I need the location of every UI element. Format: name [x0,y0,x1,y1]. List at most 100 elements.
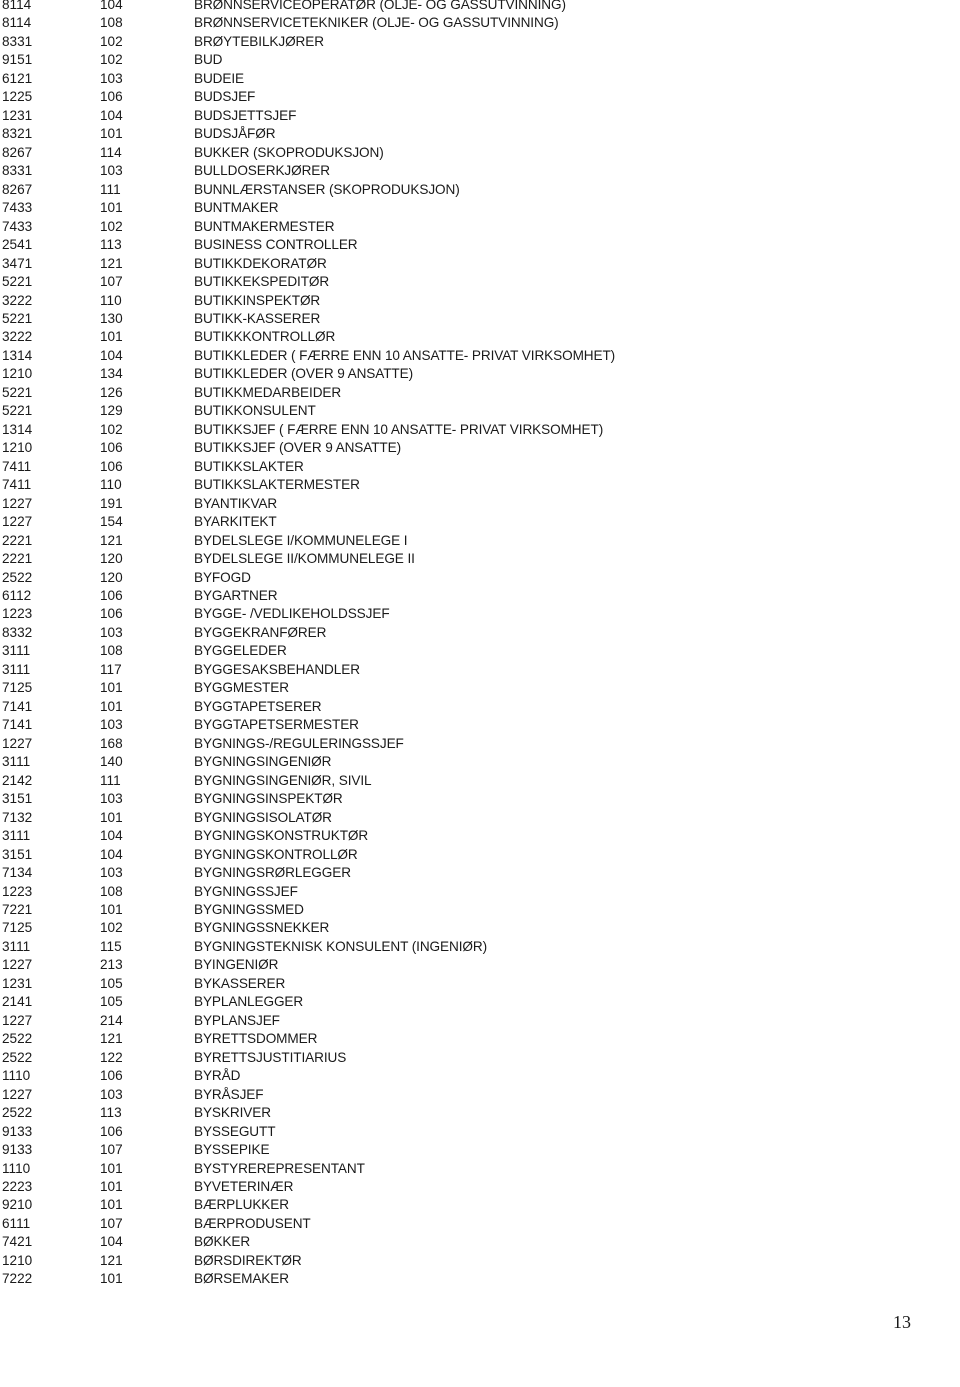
occupation-code: 1223 [2,606,33,622]
list-row: 3151 103 BYGNINGSINSPEKTØR [0,790,960,808]
sub-code: 106 [100,458,123,474]
occupation-code: 1227 [2,957,33,973]
occupation-code: 1227 [2,495,33,511]
sub-code: 117 [100,661,122,677]
occupation-code: 7411 [2,477,32,493]
list-row: 2522 120 BYFOGD [0,569,960,587]
list-row: 1227 168 BYGNINGS-/REGULERINGSSJEF [0,735,960,753]
occupation-title: BUTIKKSJEF ( FÆRRE ENN 10 ANSATTE- PRIVA… [194,421,604,437]
list-row: 3111 104 BYGNINGSKONSTRUKTØR [0,827,960,845]
occupation-title: BYGNINGSKONSTRUKTØR [194,828,369,844]
occupation-code: 2221 [2,532,33,548]
occupation-title: BYPLANLEGGER [194,994,304,1010]
occupation-title: BYGNINGSSJEF [194,883,298,899]
document-page: 8114 104 BRØNNSERVICEOPERATØR (OLJE- OG GA… [0,0,960,1387]
occupation-title: BUTIKKKONTROLLØR [194,329,336,345]
sub-code: 111 [100,181,121,197]
sub-code: 101 [100,680,123,696]
sub-code: 126 [100,384,123,400]
list-row: 3111 117 BYGGESAKSBEHANDLER [0,661,960,679]
occupation-title: BYGNINGSINSPEKTØR [194,791,343,807]
sub-code: 102 [100,52,123,68]
occupation-code: 6111 [2,1215,31,1231]
occupation-code: 8331 [2,163,33,179]
sub-code: 106 [100,606,123,622]
occupation-code: 8114 [2,15,32,31]
occupation-code: 2223 [2,1179,33,1194]
occupation-title: BÆRPRODUSENT [194,1215,311,1231]
occupation-code: 5221 [2,274,33,290]
occupation-title: BYRETTSDOMMER [194,1031,318,1047]
occupation-code: 5221 [2,384,33,400]
sub-code: 101 [100,329,123,345]
occupation-code: 7421 [2,1234,33,1250]
list-row: 2221 121 BYDELSLEGE I/KOMMUNELEGE I [0,532,960,550]
list-row: 5221 107 BUTIKKEKSPEDITØR [0,273,960,291]
occupation-code: 2541 [2,237,33,253]
list-row: 2223 101 BYVETERINÆR [0,1178,960,1196]
occupation-title: BYGGEKRANFØRER [194,624,327,640]
occupation-title: BYKASSERER [194,975,286,991]
occupation-title: BYGNINGS-/REGULERINGSSJEF [194,735,404,751]
sub-code: 101 [100,1179,123,1194]
sub-code: 121 [100,1031,123,1047]
occupation-code: 8267 [2,144,33,160]
sub-code: 105 [100,975,123,991]
occupation-code: 9210 [2,1197,33,1213]
occupation-title: BUNTMAKERMESTER [194,218,335,234]
list-row: 3222 101 BUTIKKKONTROLLØR [0,328,960,346]
sub-code: 103 [100,717,123,733]
sub-code: 121 [100,1252,123,1268]
occupation-title: BYGGTAPETSERMESTER [194,717,359,733]
sub-code: 121 [100,532,123,548]
list-row: 2221 120 BYDELSLEGE II/KOMMUNELEGE II [0,550,960,568]
sub-code: 104 [100,828,123,844]
occupation-title: BYANTIKVAR [194,495,278,511]
occupation-code: 1225 [2,89,33,105]
occupation-title: BRØYTEBILKJØRER [194,33,324,49]
sub-code: 103 [100,1086,123,1102]
occupation-code: 7433 [2,200,33,216]
occupation-code: 1314 [2,347,33,363]
occupation-title: BYFOGD [194,569,251,585]
occupation-code: 3111 [2,938,31,954]
occupation-title: BUNTMAKER [194,200,279,216]
occupation-title: BUTIKKLEDER ( FÆRRE ENN 10 ANSATTE- PRIV… [194,347,616,363]
occupation-title: BYDELSLEGE II/KOMMUNELEGE II [194,551,415,567]
sub-code: 102 [100,920,123,936]
occupation-title: BUNNLÆRSTANSER (SKOPRODUKSJON) [194,181,460,197]
sub-code: 108 [100,643,123,659]
sub-code: 101 [100,698,123,714]
list-row: 2522 121 BYRETTSDOMMER [0,1030,960,1048]
occupation-title: BYGNINGSISOLATØR [194,809,332,825]
list-row: 6112 106 BYGARTNER [0,587,960,605]
occupation-title: BUD [194,52,223,68]
sub-code: 134 [100,366,123,382]
sub-code: 104 [100,347,123,363]
sub-code: 213 [100,957,123,973]
occupation-title: BUTIKKSLAKTERMESTER [194,477,360,493]
sub-code: 104 [100,107,123,123]
list-row: 9210 101 BÆRPLUKKER [0,1196,960,1214]
occupation-code: 9133 [2,1142,33,1158]
occupation-code: 1231 [2,975,33,991]
occupation-title: BØRSDIREKTØR [194,1252,302,1268]
sub-code: 101 [100,809,123,825]
list-row: 5221 129 BUTIKKONSULENT [0,402,960,420]
occupation-title: BUTIKKMEDARBEIDER [194,384,342,400]
occupation-title: BYINGENIØR [194,957,279,973]
occupation-code: 2522 [2,569,33,585]
occupation-title: BUSINESS CONTROLLER [194,237,358,253]
occupation-code: 6121 [2,70,33,86]
occupation-code: 2522 [2,1105,33,1121]
occupation-title: BYPLANSJEF [194,1012,280,1028]
sub-code: 102 [100,421,123,437]
occupation-code: 7221 [2,901,33,917]
sub-code: 110 [100,292,122,308]
occupation-title: BYGGMESTER [194,680,289,696]
list-row: 1231 104 BUDSJETTSJEF [0,107,960,125]
occupation-title: BULLDOSERKJØRER [194,163,330,179]
sub-code: 101 [100,1197,123,1213]
list-row: 6121 103 BUDEIE [0,70,960,88]
list-row: 7141 101 BYGGTAPETSERER [0,698,960,716]
